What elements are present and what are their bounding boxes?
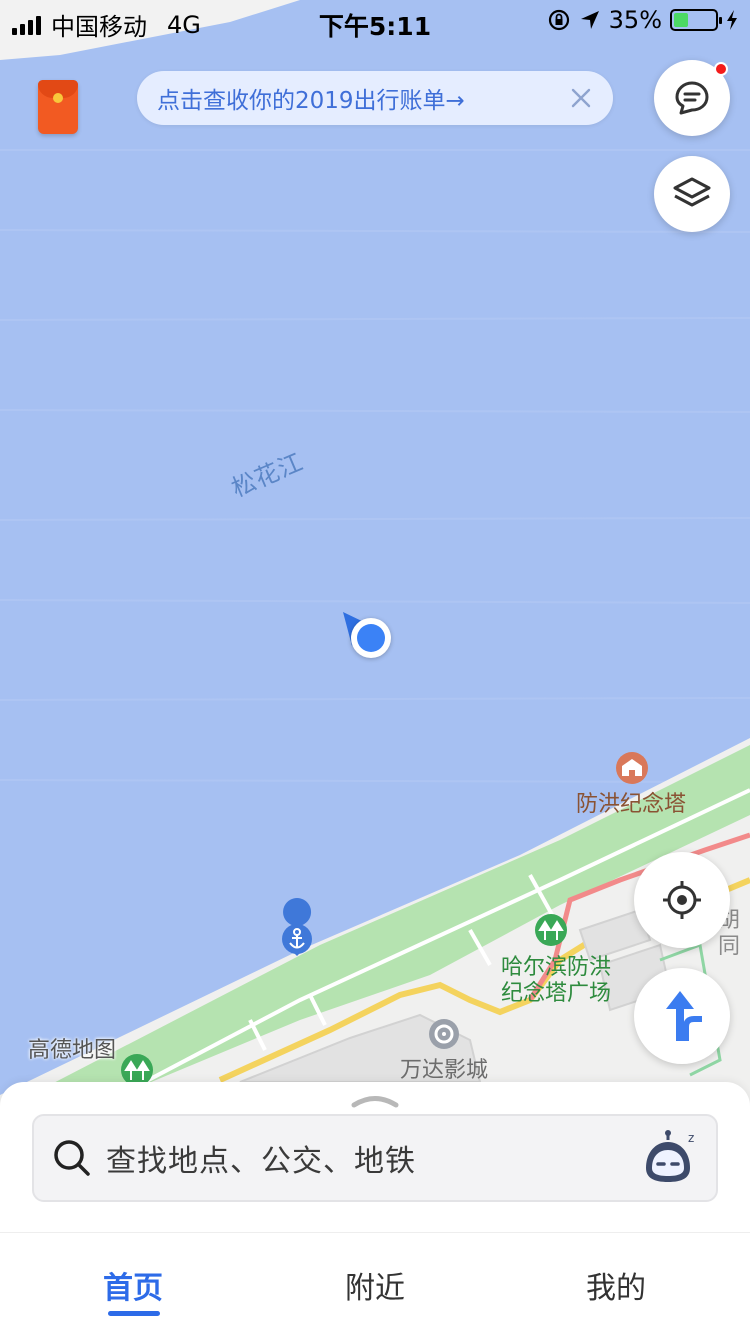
search-placeholder: 查找地点、公交、地铁 xyxy=(106,1144,416,1179)
message-icon xyxy=(675,81,709,115)
poi-cinema-label[interactable]: 万达影城 xyxy=(400,1058,488,1084)
poi-flood-tower-label[interactable]: 防洪纪念塔 xyxy=(576,792,686,818)
tab-bar: 首页 附近 我的 xyxy=(0,1232,750,1334)
tab-nearby[interactable]: 附近 xyxy=(300,1263,450,1307)
poi-plaza-label[interactable]: 哈尔滨防洪 纪念塔广场 xyxy=(496,955,616,1007)
route-planning-button[interactable] xyxy=(634,968,730,1064)
amap-logo: 高德地图 xyxy=(28,1038,117,1063)
layers-icon xyxy=(673,177,711,207)
status-bar: 中国移动 4G 下午5:11 35% xyxy=(0,0,750,41)
battery-percent: 35% xyxy=(608,6,662,34)
bottom-sheet[interactable]: 查找地点、公交、地铁 z 首页 附近 我的 xyxy=(0,1082,750,1334)
park-icon xyxy=(535,914,567,946)
search-icon xyxy=(54,1140,90,1176)
promo-banner[interactable]: 点击查收你的2019出行账单→ xyxy=(137,71,613,125)
promo-text[interactable]: 点击查收你的2019出行账单→ xyxy=(157,81,465,115)
notification-badge xyxy=(714,62,728,76)
svg-text:z: z xyxy=(688,1131,694,1145)
sheet-handle-chevron-up-icon[interactable] xyxy=(350,1092,400,1108)
charging-icon xyxy=(727,10,737,30)
route-icon xyxy=(666,991,702,1041)
locate-icon xyxy=(663,881,701,919)
tab-mine[interactable]: 我的 xyxy=(541,1263,691,1307)
location-services-icon xyxy=(580,11,599,29)
messages-button[interactable] xyxy=(654,60,730,136)
locate-me-button[interactable] xyxy=(634,852,730,948)
search-input[interactable]: 查找地点、公交、地铁 z xyxy=(32,1114,718,1202)
assistant-icon[interactable]: z xyxy=(638,1128,698,1188)
close-icon[interactable] xyxy=(567,84,595,112)
current-location-marker xyxy=(351,618,391,658)
cinema-icon xyxy=(429,1019,459,1049)
tab-home[interactable]: 首页 xyxy=(58,1263,208,1307)
map-layers-button[interactable] xyxy=(654,156,730,232)
tab-home-indicator xyxy=(108,1311,160,1316)
red-envelope-icon[interactable] xyxy=(38,80,78,134)
monument-icon xyxy=(616,752,648,784)
plaza-label-line2: 纪念塔广场 xyxy=(500,981,611,1006)
rotation-lock-icon xyxy=(548,9,569,31)
plaza-label-line1: 哈尔滨防洪 xyxy=(500,955,611,980)
battery-icon xyxy=(670,9,722,31)
